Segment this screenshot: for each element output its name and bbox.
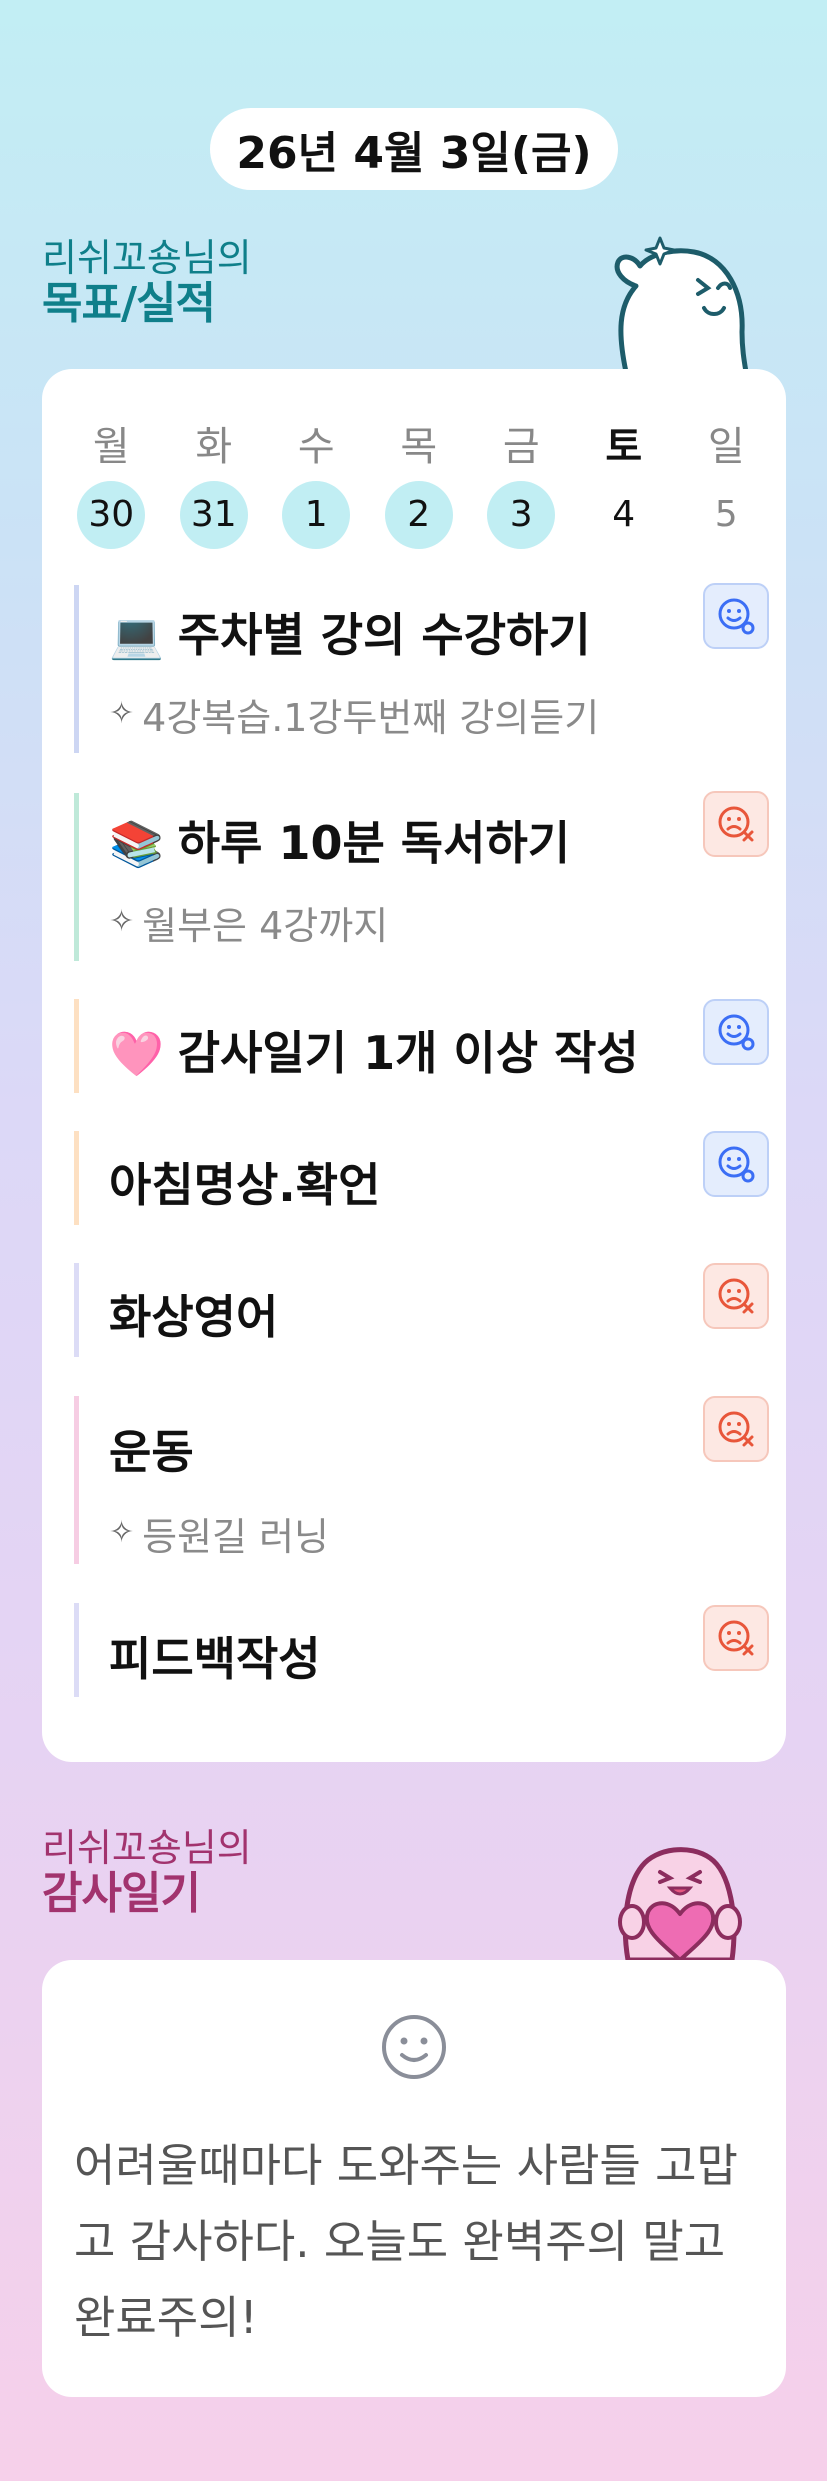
sad-face-icon <box>718 1620 754 1656</box>
day-number: 4 <box>612 494 636 535</box>
calendar-day-today[interactable]: 토 4 <box>573 421 676 549</box>
day-of-week: 수 <box>297 424 335 470</box>
date-label: 26년 4월 3일(금) <box>236 128 592 179</box>
day-of-week: 월 <box>92 424 130 470</box>
day-of-week: 토 <box>605 424 643 470</box>
goal-name-text: 주차별 강의 수강하기 <box>177 608 591 662</box>
day-number: 3 <box>487 481 556 549</box>
goal-name-text: 화상영어 <box>109 1290 279 1344</box>
sad-face-icon <box>718 806 754 842</box>
goal-memo-text: 4강복습.1강두번째 강의듣기 <box>142 696 600 740</box>
calendar-day[interactable]: 목 2 <box>368 421 471 549</box>
status-achieved-button[interactable] <box>703 999 769 1065</box>
calendar-day[interactable]: 일 5 <box>675 421 778 549</box>
day-number: 5 <box>714 494 738 535</box>
goal-memo: ✧ 월부은 4강까지 <box>109 895 388 950</box>
happy-face-icon <box>718 1146 755 1183</box>
status-missed-button[interactable] <box>703 1263 769 1329</box>
goal-name-text: 운동 <box>109 1425 194 1479</box>
books-emoji-icon: 📚 <box>109 819 164 870</box>
sparkle-icon: ✧ <box>109 1515 135 1550</box>
diary-heading: 감사일기 <box>42 1867 201 1919</box>
goal-name: 💻 주차별 강의 수강하기 <box>109 599 591 665</box>
day-number: 2 <box>384 481 453 549</box>
sparkle-icon: ✧ <box>109 904 135 939</box>
week-calendar: 월 30 화 31 수 1 목 2 금 3 토 4 일 5 <box>60 421 778 549</box>
day-number: 30 <box>77 481 146 549</box>
goal-name-text: 하루 10분 독서하기 <box>177 816 571 870</box>
status-missed-button[interactable] <box>703 791 769 857</box>
day-number: 31 <box>179 481 248 549</box>
sad-face-icon <box>718 1411 754 1447</box>
diary-card: 어려울때마다 도와주는 사람들 고맙고 감사하다. 오늘도 완벽주의 말고 완료… <box>42 1960 786 2397</box>
day-of-week: 화 <box>195 424 233 470</box>
goal-memo: ✧ 4강복습.1강두번째 강의듣기 <box>109 687 599 742</box>
day-number: 1 <box>282 481 351 549</box>
calendar-day[interactable]: 수 1 <box>265 421 368 549</box>
goal-name: 피드백작성 <box>109 1623 321 1689</box>
goal-name: 🩷 감사일기 1개 이상 작성 <box>109 1017 639 1083</box>
goal-name-text: 아침명상.확언 <box>109 1158 381 1212</box>
goal-name: 화상영어 <box>109 1281 278 1347</box>
status-missed-button[interactable] <box>703 1396 769 1462</box>
mascot-waving-illustration <box>614 236 749 372</box>
goal-memo-text: 월부은 4강까지 <box>142 904 389 948</box>
goal-item[interactable]: 📚 하루 10분 독서하기 ✧ 월부은 4강까지 <box>74 791 769 961</box>
heart-emoji-icon: 🩷 <box>109 1029 164 1080</box>
diary-entry-text: 어려울때마다 도와주는 사람들 고맙고 감사하다. 오늘도 완벽주의 말고 완료… <box>74 2139 738 2344</box>
calendar-day[interactable]: 화 31 <box>163 421 266 549</box>
goal-item[interactable]: 아침명상.확언 <box>74 1131 769 1225</box>
goals-card: 월 30 화 31 수 1 목 2 금 3 토 4 일 5 💻 주차별 강의 수… <box>42 369 786 1762</box>
goals-owner-label: 리쉬꼬숑님의 <box>42 236 252 280</box>
diary-owner-label: 리쉬꼬숑님의 <box>42 1826 252 1870</box>
status-missed-button[interactable] <box>703 1605 769 1671</box>
goals-section-title: 리쉬꼬숑님의 목표/실적 <box>42 236 252 329</box>
sad-face-icon <box>718 1278 754 1314</box>
goal-item[interactable]: 🩷 감사일기 1개 이상 작성 <box>74 999 769 1093</box>
sparkle-icon: ✧ <box>109 696 135 731</box>
day-of-week: 목 <box>400 424 438 470</box>
happy-face-icon <box>718 598 755 635</box>
goal-name: 📚 하루 10분 독서하기 <box>109 807 570 873</box>
goal-name-text: 피드백작성 <box>109 1632 321 1686</box>
goal-name: 운동 <box>109 1416 194 1482</box>
goal-item[interactable]: 운동 ✧ 등원길 러닝 <box>74 1396 769 1564</box>
goals-heading: 목표/실적 <box>42 277 216 329</box>
goal-name: 아침명상.확언 <box>109 1149 380 1215</box>
goal-name-text: 감사일기 1개 이상 작성 <box>177 1026 639 1080</box>
mascot-heart-illustration <box>618 1847 742 1960</box>
laptop-emoji-icon: 💻 <box>109 611 164 662</box>
date-pill: 26년 4월 3일(금) <box>210 108 618 190</box>
goal-memo: ✧ 등원길 러닝 <box>109 1506 329 1561</box>
calendar-day[interactable]: 월 30 <box>60 421 163 549</box>
goal-item[interactable]: 피드백작성 <box>74 1603 769 1697</box>
diary-section-title: 리쉬꼬숑님의 감사일기 <box>42 1826 252 1919</box>
calendar-day[interactable]: 금 3 <box>470 421 573 549</box>
status-achieved-button[interactable] <box>703 583 769 649</box>
day-of-week: 금 <box>502 424 540 470</box>
goal-memo-text: 등원길 러닝 <box>142 1515 330 1559</box>
smile-icon <box>382 2015 446 2079</box>
happy-face-icon <box>718 1014 755 1051</box>
goal-item[interactable]: 화상영어 <box>74 1263 769 1357</box>
goal-item[interactable]: 💻 주차별 강의 수강하기 ✧ 4강복습.1강두번째 강의듣기 <box>74 583 769 753</box>
day-of-week: 일 <box>707 424 745 470</box>
status-achieved-button[interactable] <box>703 1131 769 1197</box>
